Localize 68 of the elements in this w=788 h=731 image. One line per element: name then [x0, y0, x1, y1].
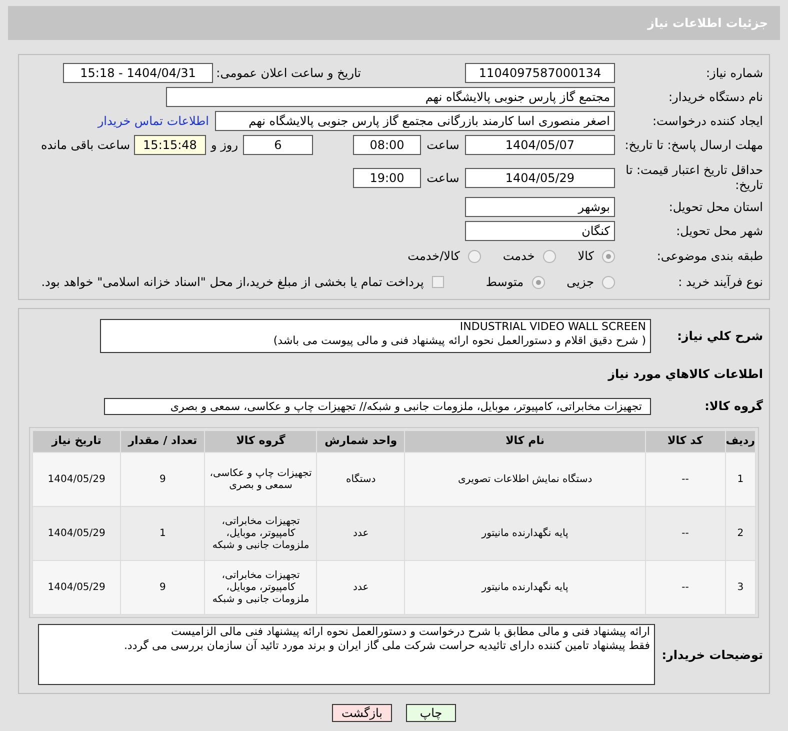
text-field[interactable]: اصغر منصوری اسا کارمند بازرگانی مجتمع گاز پارس جنوبی پالایشگاه نهم: [215, 111, 615, 131]
field-label: ایجاد کننده درخواست:: [652, 114, 763, 128]
description-line: INDUSTRIAL VIDEO WALL SCREEN: [458, 320, 646, 334]
table-cell: عدد: [316, 560, 405, 614]
field-label: توضیحات خریدار:: [662, 646, 763, 664]
notes-textarea[interactable]: [38, 624, 655, 685]
goods-group-field: تجهیزات مخابراتی، کامپیوتر، موبایل، ملزومات جانبی و شبکه// تجهیزات چاپ و عکاسی، سمعی و بصری: [104, 398, 651, 414]
back-button[interactable]: بازگشت: [332, 704, 392, 722]
radio-label: متوسط: [486, 274, 524, 291]
table-cell: پایه نگهدارنده مانیتور: [404, 560, 646, 614]
field-label: طبقه بندی موضوعی:: [656, 248, 763, 265]
text-field[interactable]: 1404/05/07: [465, 135, 615, 155]
column-header: تاریخ نیاز: [32, 430, 121, 452]
days-label: روز و: [210, 137, 239, 154]
text-field[interactable]: 08:00: [353, 135, 421, 155]
print-button[interactable]: چاپ: [406, 704, 456, 722]
radio-button[interactable]: [542, 250, 556, 262]
radio-button[interactable]: [468, 250, 481, 262]
radio-button[interactable]: [602, 250, 615, 262]
table-cell: تجهیزات مخابراتی، کامپیوتر، موبایل، ملزومات جانبی و شبکه: [204, 560, 317, 614]
column-header: واحد شمارش: [316, 430, 405, 452]
text-field[interactable]: بوشهر: [465, 197, 615, 217]
time-label: ساعت: [426, 137, 460, 154]
description-line: ( شرح دقیق اقلام و دستورالعمل نحوه ارائه پیشنهاد فنی و مالی پیوست می باشد): [272, 334, 646, 348]
field-label: نام دستگاه خریدار:: [668, 90, 763, 104]
field-label: شرح کلي نیاز:: [677, 328, 763, 345]
remaining-label: ساعت باقی مانده: [40, 137, 131, 154]
text-field[interactable]: مجتمع گاز پارس جنوبی پالایشگاه نهم: [166, 87, 615, 107]
time-label: ساعت: [426, 170, 460, 187]
field-label: نوع فرآیند خرید :: [678, 274, 763, 291]
text-field[interactable]: 19:00: [353, 168, 421, 188]
contact-link[interactable]: اطلاعات تماس خریدار: [98, 112, 209, 130]
radio-label: کالا/خدمت: [408, 248, 460, 265]
notes-line: فقط پیشنهاد تامین کننده دارای تائیدیه حراست شرکت ملی گاز ایران و برند مورد تائید آن سازمان بررسی می گردد.: [122, 639, 650, 653]
page-title: جزئیات اطلاعات نیاز: [647, 15, 768, 32]
field-label: شهر محل تحویل:: [676, 224, 763, 238]
section-title: اطلاعات کالاهاي مورد نیاز: [608, 366, 763, 383]
table-cell: 1: [725, 452, 756, 506]
radio-label: کالا: [578, 248, 594, 265]
radio-label: خدمت: [502, 248, 535, 265]
checkbox-label: پرداخت تمام یا بخشی از مبلغ خرید،از محل "اسناد خزانه اسلامی" خواهد بود.: [41, 274, 424, 291]
field-label: شماره نیاز:: [706, 66, 763, 80]
column-header: ردیف: [725, 430, 756, 452]
table-cell: --: [645, 560, 726, 614]
text-field[interactable]: 1404/05/29: [465, 168, 615, 188]
field-label: تاریخ و ساعت اعلان عمومی:: [216, 66, 361, 80]
checkbox[interactable]: [432, 276, 444, 288]
table-cell: 3: [725, 560, 756, 614]
column-header: گروه کالا: [204, 430, 317, 452]
text-field[interactable]: 6: [243, 135, 313, 155]
field-label: حداقل تاریخ اعتبار قیمت: تا تاریخ:: [624, 163, 763, 193]
table-cell: 9: [120, 560, 205, 614]
column-header: نام کالا: [404, 430, 646, 452]
notes-line: ارائه پیشنهاد فنی و مالی مطابق با شرح درخواست و دستورالعمل نحوه ارائه پیشنهاد فنی مالی الزامیست: [170, 625, 650, 638]
text-field[interactable]: کنگان: [465, 221, 615, 241]
radio-button[interactable]: [532, 276, 545, 288]
text-field[interactable]: 15:15:48: [134, 135, 206, 155]
field-label: استان محل تحویل:: [668, 200, 763, 214]
field-label: گروه کالا:: [704, 398, 763, 415]
radio-button[interactable]: [602, 276, 615, 288]
text-field[interactable]: 1104097587000134: [465, 63, 615, 83]
column-header: تعداد / مقدار: [120, 430, 205, 452]
column-header: کد کالا: [645, 430, 726, 452]
radio-label: جزیی: [566, 274, 594, 291]
field-label: مهلت ارسال پاسخ: تا تاریخ:: [624, 138, 763, 152]
table-cell: 1404/05/29: [32, 560, 121, 614]
text-field[interactable]: 1404/04/31 - 15:18: [63, 63, 213, 83]
table-cell: 2: [725, 506, 756, 560]
